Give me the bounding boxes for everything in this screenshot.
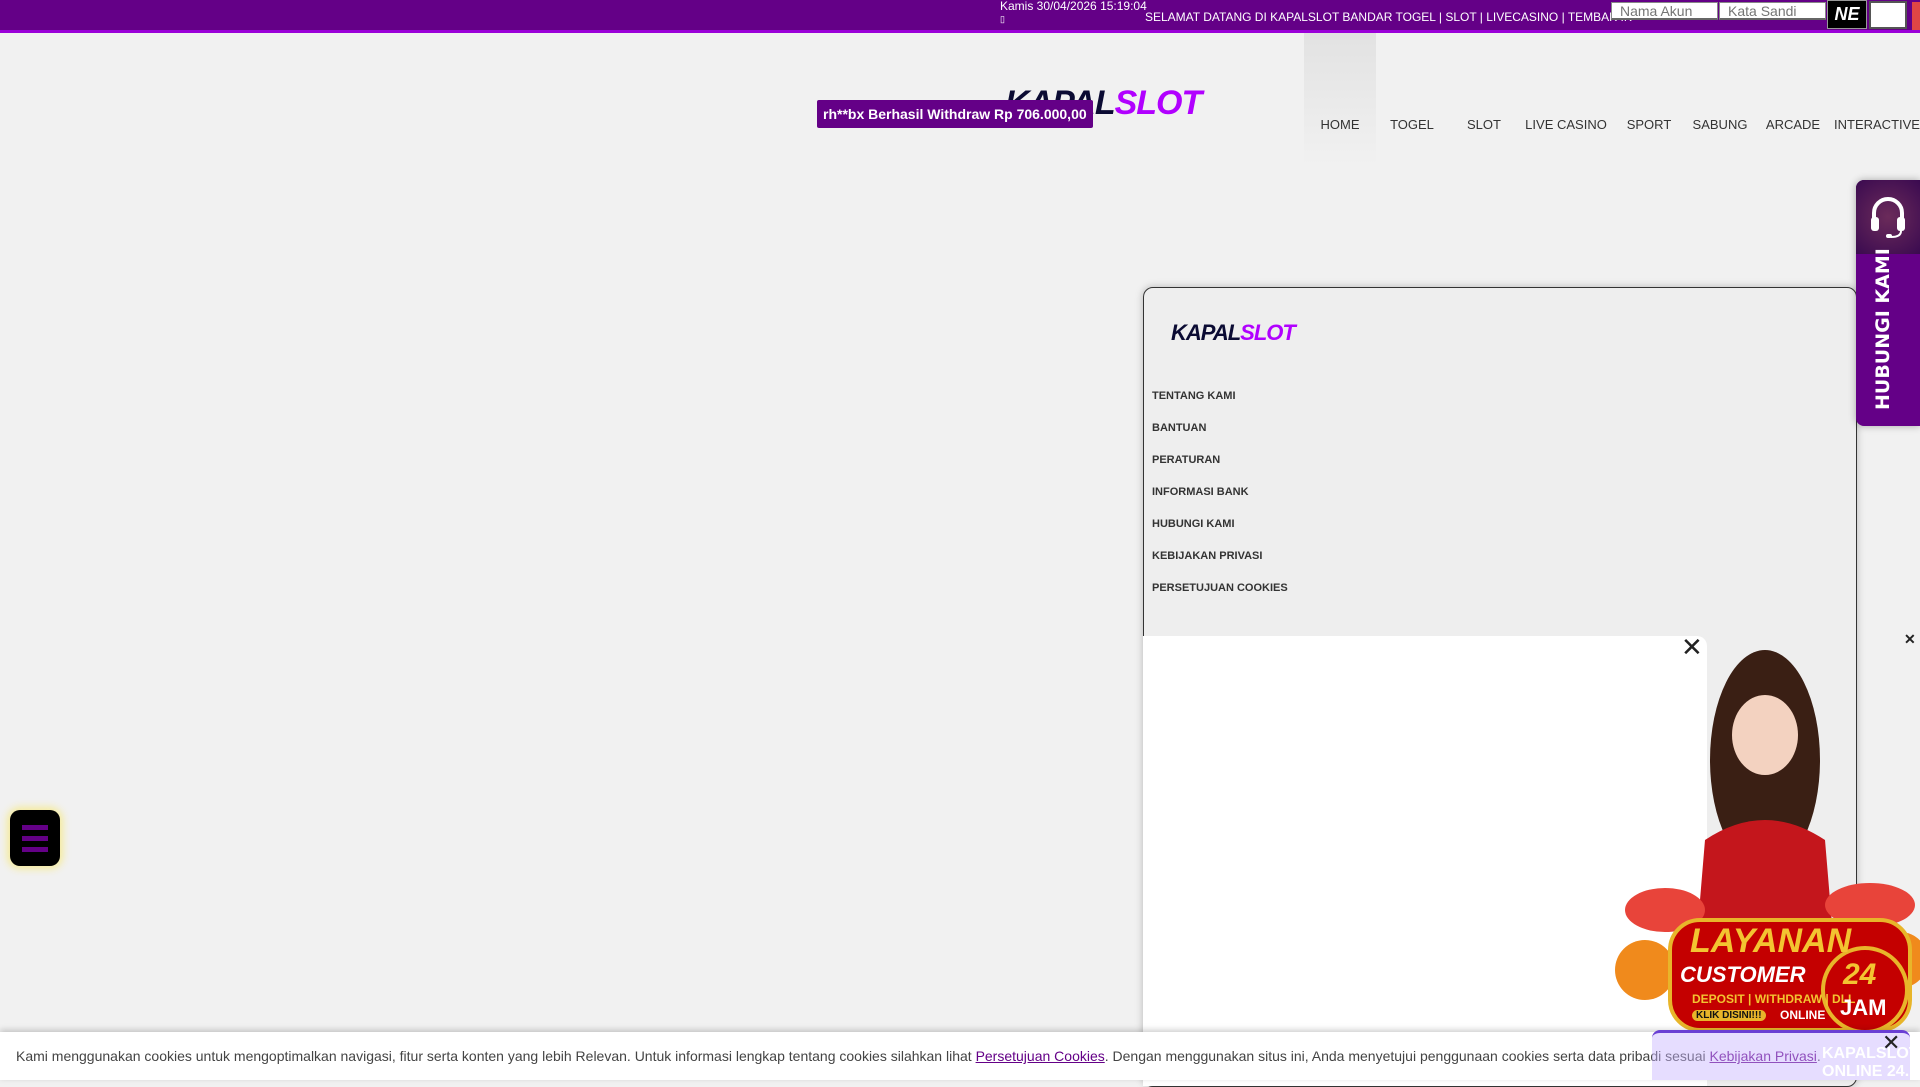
captcha-image: NE — [1827, 0, 1867, 29]
nav-home-bg — [1304, 33, 1376, 165]
promo-line: DEPOSIT | WITHDRAW | DLL — [1692, 992, 1856, 1006]
contact-tab-label: HUBUNGI KAMI — [1872, 248, 1894, 410]
promo-subtitle: CUSTOMER — [1680, 962, 1806, 987]
nav-interactive[interactable]: INTERACTIVE — [1834, 117, 1920, 132]
chat-label: KAPALSLOT ONLINE 24... — [1822, 1045, 1919, 1080]
footer-logo: KAPALSLOT — [1171, 320, 1296, 345]
customer-service-banner[interactable]: LAYANAN CUSTOMER DEPOSIT | WITHDRAW | DL… — [1610, 640, 1920, 1035]
promo-unit: JAM — [1840, 995, 1887, 1020]
nav-sport[interactable]: SPORT — [1627, 117, 1672, 132]
nav-togel[interactable]: TOGEL — [1390, 117, 1434, 132]
nav-sabung[interactable]: SABUNG — [1693, 117, 1748, 132]
footer-link-tentang-kami[interactable]: TENTANG KAMI — [1152, 390, 1236, 402]
nav-live-casino[interactable]: LIVE CASINO — [1525, 117, 1607, 132]
cookie-close-icon[interactable]: ✕ — [1882, 1030, 1900, 1056]
captcha-input[interactable] — [1869, 1, 1907, 29]
menu-toggle-button[interactable] — [10, 810, 60, 866]
chat-widget[interactable]: KAPALSLOT ONLINE 24... — [1652, 1030, 1919, 1080]
login-button[interactable] — [1912, 2, 1920, 30]
promo-close-icon[interactable]: ✕ — [1904, 626, 1916, 652]
footer-link-informasi-bank[interactable]: INFORMASI BANK — [1152, 486, 1249, 498]
footer-link-persetujuan-cookies[interactable]: PERSETUJUAN COOKIES — [1152, 582, 1288, 594]
promo-hours: 24 — [1843, 958, 1877, 991]
footer-link-bantuan[interactable]: BANTUAN — [1152, 422, 1206, 434]
cookie-banner: Kami menggunakan cookies untuk mengoptim… — [0, 1032, 1920, 1080]
withdraw-notice: rh**bx Berhasil Withdraw Rp 706.000,00 — [817, 100, 1093, 128]
top-bar: Kamis 30/04/2026 15:19:04 ▯ SELAMAT DATAN… — [0, 0, 1920, 33]
nav-home[interactable]: HOME — [1321, 117, 1360, 132]
nav-slot[interactable]: SLOT — [1467, 117, 1501, 132]
username-input[interactable] — [1611, 2, 1718, 20]
nav-arcade[interactable]: ARCADE — [1766, 117, 1820, 132]
contact-tab[interactable]: HUBUNGI KAMI — [1856, 180, 1920, 426]
promo-status: ONLINE — [1780, 1008, 1826, 1022]
promo-title: LAYANAN — [1690, 922, 1852, 960]
datetime: Kamis 30/04/2026 15:19:04 ▯ — [1000, 0, 1147, 24]
promo-cta[interactable]: KLIK DISINI!!! — [1692, 1010, 1766, 1021]
welcome-marquee: SELAMAT DATANG DI KAPALSLOT BANDAR TOGEL… — [1145, 10, 1632, 24]
footer-link-peraturan[interactable]: PERATURAN — [1152, 454, 1220, 466]
password-input[interactable] — [1719, 2, 1826, 20]
footer-link-hubungi-kami[interactable]: HUBUNGI KAMI — [1152, 518, 1235, 530]
footer-link-kebijakan-privasi[interactable]: KEBIJAKAN PRIVASI — [1152, 550, 1262, 562]
missing-glyph-icon: ▯ — [1000, 14, 1005, 24]
headset-icon — [1856, 180, 1920, 254]
hamburger-icon — [22, 824, 48, 830]
cookie-consent-link[interactable]: Persetujuan Cookies — [976, 1048, 1105, 1064]
